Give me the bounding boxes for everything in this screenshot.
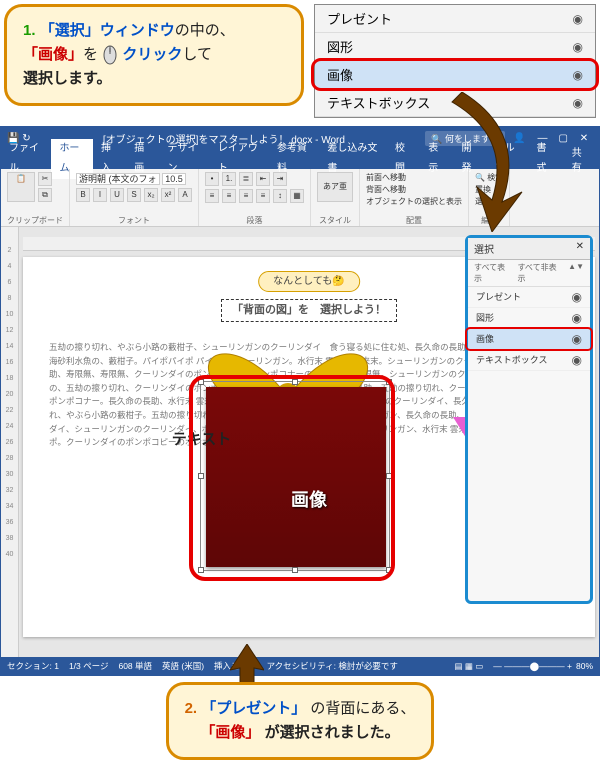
find-button[interactable]: 🔍 検索 xyxy=(475,172,503,183)
share-button[interactable]: 共有 xyxy=(562,144,599,174)
shading-button[interactable]: ▦ xyxy=(290,189,304,203)
sup-button[interactable]: x² xyxy=(161,188,175,202)
visibility-icon[interactable]: ◉ xyxy=(572,332,582,346)
send-backward-button[interactable]: 背面へ移動 xyxy=(366,184,462,195)
word-app-window: 💾 ↻ [オブジェクトの選択]をマスターしよう！.docx - Word 🔍 何… xyxy=(0,126,600,676)
sample-item-image[interactable]: 画像◉ xyxy=(315,61,595,89)
view-buttons[interactable]: ▤ ▦ ▭ xyxy=(454,661,483,672)
ribbon-tabs: ファイル ホーム 挿入 描画 デザイン レイアウト 参考資料 差し込み文書 校閲… xyxy=(1,149,599,169)
close-button[interactable]: ✕ xyxy=(575,133,593,144)
status-words[interactable]: 608 単語 xyxy=(118,660,152,672)
highlight-outline xyxy=(311,58,599,91)
tutorial-container: 1. 「選択」ウィンドウの中の、 「画像」を クリックして 選択します。 プレゼ… xyxy=(0,0,600,760)
font-size-select[interactable]: 10.5 xyxy=(162,173,186,185)
selection-pane-close-icon[interactable]: ✕ xyxy=(576,241,584,256)
vertical-ruler: 246810121416182022242628303234363840 xyxy=(1,227,19,657)
font-name-select[interactable]: 游明朝 (本文のフォ xyxy=(76,173,160,185)
bold-button[interactable]: B xyxy=(76,188,90,202)
bullets-button[interactable]: • xyxy=(205,172,219,186)
paste-button[interactable]: 📋 xyxy=(7,172,35,202)
underline-button[interactable]: U xyxy=(110,188,124,202)
visibility-icon[interactable]: ◉ xyxy=(573,96,583,110)
visibility-icon[interactable]: ◉ xyxy=(573,40,583,54)
select-button[interactable]: 選択 xyxy=(475,196,503,207)
speech-bubble[interactable]: なんとしても🤔 xyxy=(258,271,360,292)
strike-button[interactable]: S xyxy=(127,188,141,202)
status-lang[interactable]: 英語 (米国) xyxy=(162,660,204,672)
ribbon-group-paragraph: • 1. ≣ ⇤ ⇥ ≡ ≡ ≡ ≡ ↕ ▦ 段落 xyxy=(199,169,311,226)
status-section[interactable]: セクション: 1 xyxy=(7,660,59,672)
ribbon-group-font: 游明朝 (本文のフォ 10.5 B I U S x₂ x² A フォント xyxy=(70,169,199,226)
pane-item-present[interactable]: プレゼント◉ xyxy=(468,287,590,308)
ribbon-group-arrange: 前面へ移動 背面へ移動 オブジェクトの選択と表示 配置 xyxy=(360,169,469,226)
document-area: 246810121416182022242628303234363840 なんと… xyxy=(1,227,599,657)
selection-pane-button[interactable]: オブジェクトの選択と表示 xyxy=(366,196,462,207)
zoom-control[interactable]: — ———⬤——— + 80% xyxy=(493,661,593,672)
sample-item-shape[interactable]: 図形◉ xyxy=(315,33,595,61)
line-spacing-button[interactable]: ↕ xyxy=(273,189,287,203)
show-all-button[interactable]: すべて表示 xyxy=(474,262,509,284)
sub-button[interactable]: x₂ xyxy=(144,188,158,202)
status-accessibility[interactable]: アクセシビリティ: 検討が必要です xyxy=(267,660,398,672)
ribbon-group-editing: 🔍 検索 置換 選択 編集 xyxy=(469,169,510,226)
pane-item-textbox[interactable]: テキストボックス◉ xyxy=(468,350,590,371)
pane-item-shape[interactable]: 図形◉ xyxy=(468,308,590,329)
headline-textbox[interactable]: 「背面の図」を 選択しよう！ xyxy=(221,299,397,322)
align-right-button[interactable]: ≡ xyxy=(239,189,253,203)
step-number-1: 1. xyxy=(23,22,36,39)
selection-pane-title: 選択 xyxy=(474,241,494,256)
mouse-icon xyxy=(102,44,118,66)
multilevel-button[interactable]: ≣ xyxy=(239,172,253,186)
visibility-icon[interactable]: ◉ xyxy=(572,290,582,304)
tab-format[interactable]: 書式 xyxy=(529,139,562,179)
numbering-button[interactable]: 1. xyxy=(222,172,236,186)
hide-all-button[interactable]: すべて非表示 xyxy=(517,262,560,284)
status-page[interactable]: 1/3 ページ xyxy=(69,660,109,672)
copy-button[interactable]: ⧉ xyxy=(38,188,52,202)
status-mode[interactable]: 挿入モード xyxy=(214,660,257,672)
reorder-icons[interactable]: ▲▼ xyxy=(568,262,584,284)
italic-button[interactable]: I xyxy=(93,188,107,202)
align-center-button[interactable]: ≡ xyxy=(222,189,236,203)
instruction-2-callout: 2. 「プレゼント」 の背面にある、 「画像」 が選択されました。 xyxy=(166,682,435,760)
font-color-button[interactable]: A xyxy=(178,188,192,202)
sample-item-textbox[interactable]: テキストボックス◉ xyxy=(315,89,595,117)
ribbon: 📋 ✂ ⧉ クリップボード 游明朝 (本文のフォ 10.5 B I U xyxy=(1,169,599,227)
align-left-button[interactable]: ≡ xyxy=(205,189,219,203)
selection-pane: 選択 ✕ すべて表示 すべて非表示 ▲▼ プレゼント◉ 図形◉ 画像◉ テキスト… xyxy=(465,235,593,604)
visibility-icon[interactable]: ◉ xyxy=(573,68,583,82)
step-number-2: 2. xyxy=(185,700,198,717)
increase-indent-button[interactable]: ⇥ xyxy=(273,172,287,186)
visibility-icon[interactable]: ◉ xyxy=(572,311,582,325)
sample-item-present[interactable]: プレゼント◉ xyxy=(315,5,595,33)
ribbon-group-clipboard: 📋 ✂ ⧉ クリップボード xyxy=(1,169,70,226)
ribbon-group-styles: あア亜 スタイル xyxy=(311,169,360,226)
selection-handles[interactable] xyxy=(200,381,390,571)
justify-button[interactable]: ≡ xyxy=(256,189,270,203)
cut-button[interactable]: ✂ xyxy=(38,172,52,186)
sample-selection-panel: プレゼント◉ 図形◉ 画像◉ テキストボックス◉ xyxy=(314,4,596,118)
status-bar: セクション: 1 1/3 ページ 608 単語 英語 (米国) 挿入モード アク… xyxy=(1,657,599,675)
visibility-icon[interactable]: ◉ xyxy=(572,353,582,367)
visibility-icon[interactable]: ◉ xyxy=(573,12,583,26)
decrease-indent-button[interactable]: ⇤ xyxy=(256,172,270,186)
bring-forward-button[interactable]: 前面へ移動 xyxy=(366,172,462,183)
instruction-1-callout: 1. 「選択」ウィンドウの中の、 「画像」を クリックして 選択します。 xyxy=(4,4,304,106)
pane-item-image[interactable]: 画像◉ xyxy=(468,329,590,350)
replace-button[interactable]: 置換 xyxy=(475,184,503,195)
style-normal[interactable]: あア亜 xyxy=(317,172,353,202)
